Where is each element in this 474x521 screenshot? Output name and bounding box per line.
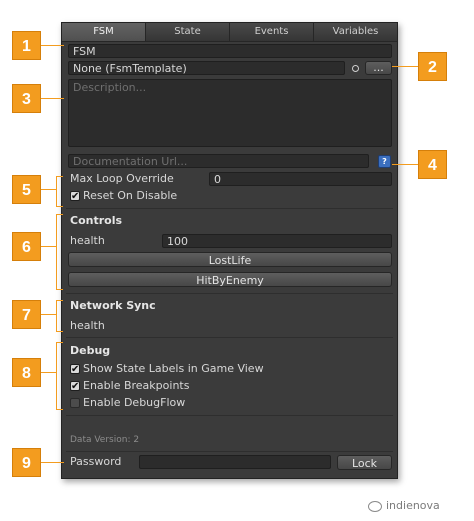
divider [66,415,393,416]
tab-state[interactable]: State [146,23,230,42]
callout-badge-1: 1 [12,31,41,60]
fsm-template-field[interactable]: None (FsmTemplate) [68,61,345,75]
divider [66,337,393,338]
watermark-text: indienova [386,499,440,512]
tab-variables[interactable]: Variables [314,23,397,42]
network-variable-label: health [70,319,105,332]
callout-badge-3: 3 [12,84,41,113]
reset-on-disable-label: Reset On Disable [83,189,178,202]
tab-fsm[interactable]: FSM [62,23,146,42]
callout-9-connector [41,462,64,463]
controls-variable-field[interactable]: 100 [162,234,392,248]
help-icon[interactable]: ? [378,155,391,168]
divider [66,293,393,294]
tab-events[interactable]: Events [230,23,314,42]
description-field[interactable]: Description... [68,79,392,147]
callout-4-connector [392,164,418,165]
callout-badge-7: 7 [12,300,41,329]
callout-7-connector [41,314,56,315]
callout-badge-2: 2 [418,52,447,81]
callout-badge-5: 5 [12,175,41,204]
callout-6-connector [41,246,56,247]
callout-badge-4: 4 [418,150,447,179]
max-loop-label: Max Loop Override [70,172,174,185]
callout-2-connector [392,66,418,67]
controls-heading: Controls [70,214,123,227]
network-sync-heading: Network Sync [70,299,156,312]
lock-button[interactable]: Lock [337,455,392,470]
callout-8-connector [41,372,56,373]
callout-badge-6: 6 [12,232,41,261]
enable-debugflow-checkbox[interactable] [70,398,80,408]
data-version-label: Data Version: 2 [70,435,140,445]
callout-6-bracket [56,214,63,290]
lostlife-event-button[interactable]: LostLife [68,252,392,267]
controls-variable-label: health [70,234,105,247]
watermark: indienova [368,499,440,512]
reset-on-disable-checkbox[interactable]: ✔ [70,191,80,202]
show-state-labels-label: Show State Labels in Game View [83,362,264,375]
callout-badge-9: 9 [12,448,41,477]
object-picker-icon[interactable] [352,65,359,72]
template-browse-button[interactable]: ... [365,61,392,75]
documentation-url-field[interactable]: Documentation Url... [68,154,369,168]
enable-breakpoints-label: Enable Breakpoints [83,379,190,392]
callout-5-bracket [56,176,63,207]
divider [66,451,393,452]
divider [66,208,393,209]
hitbyenemy-event-button[interactable]: HitByEnemy [68,272,392,287]
debug-heading: Debug [70,344,111,357]
password-label: Password [70,455,122,468]
callout-3-connector [41,98,64,99]
callout-1-connector [41,45,64,46]
wechat-icon [368,500,382,512]
callout-badge-8: 8 [12,358,41,387]
inspector-tabs: FSM State Events Variables [62,23,397,42]
password-field[interactable] [139,455,331,469]
enable-debugflow-label: Enable DebugFlow [83,396,186,409]
callout-8-bracket [56,342,63,410]
callout-7-bracket [56,300,63,332]
max-loop-field[interactable]: 0 [209,172,392,186]
fsm-name-field[interactable]: FSM [68,44,392,58]
callout-5-connector [41,189,56,190]
show-state-labels-checkbox[interactable]: ✔ [70,364,80,375]
fsm-inspector-panel: FSM State Events Variables FSM None (Fsm… [61,22,398,479]
enable-breakpoints-checkbox[interactable]: ✔ [70,381,80,392]
